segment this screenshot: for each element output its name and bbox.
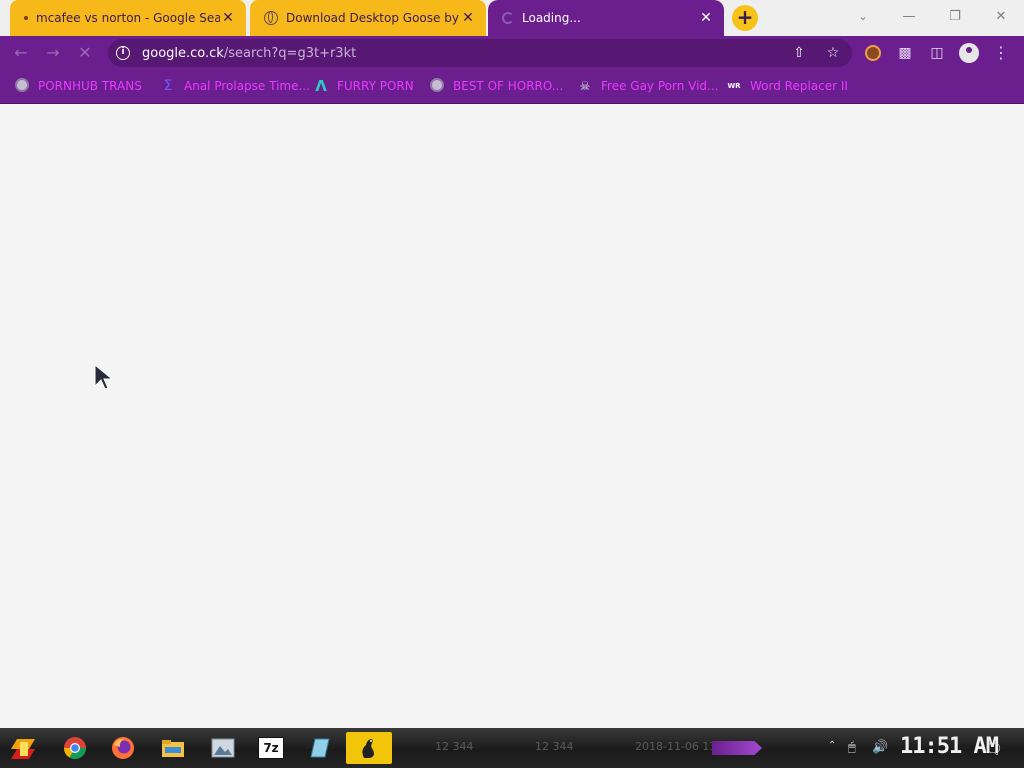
bookmark-item[interactable]: Σ Anal Prolapse Time... — [160, 77, 310, 95]
url-text[interactable]: google.co.ck/search?q=g3t+r3kt — [142, 46, 356, 61]
address-bar[interactable]: i google.co.ck/search?q=g3t+r3kt ⇧ ☆ — [108, 39, 852, 67]
notepad-icon[interactable] — [302, 732, 336, 764]
firefox-icon[interactable] — [106, 732, 140, 764]
bookmark-label: PORNHUB TRANS — [38, 79, 142, 93]
notifications-icon[interactable]: 🗨 — [984, 740, 1003, 758]
taskbar-accent-arrow — [712, 741, 762, 755]
tab-loading[interactable]: Loading... ✕ — [488, 0, 724, 36]
tab-favicon — [24, 16, 28, 20]
bookmark-label: FURRY PORN — [337, 79, 414, 93]
side-panel-icon[interactable]: ◫ — [926, 42, 948, 64]
bookmark-label: Anal Prolapse Time... — [184, 79, 310, 93]
menu-kebab-icon[interactable]: ⋮ — [990, 42, 1012, 64]
background-text: 12 344 — [435, 740, 474, 753]
bookmark-item[interactable]: WR Word Replacer II — [726, 77, 848, 95]
tab-close-icon[interactable]: ✕ — [460, 10, 476, 26]
loading-spinner-icon — [502, 12, 514, 24]
taskbar — [0, 728, 1024, 768]
tab-search-chevron-icon[interactable]: ⌄ — [848, 6, 878, 28]
volume-icon[interactable]: 🔊 — [872, 740, 888, 755]
tab-mcafee-vs-norton[interactable]: mcafee vs norton - Google Sear ✕ — [10, 0, 246, 36]
bookmark-label: Free Gay Porn Vid... — [601, 79, 719, 93]
bookmark-item[interactable]: ☠ Free Gay Porn Vid... — [577, 77, 719, 95]
close-window-button[interactable]: ✕ — [986, 6, 1016, 28]
chrome-icon[interactable] — [58, 732, 92, 764]
extensions-puzzle-icon[interactable]: ▩ — [894, 42, 916, 64]
goose-icon[interactable] — [346, 732, 392, 764]
page-content — [0, 104, 1024, 728]
forward-button[interactable]: → — [42, 42, 64, 64]
bookmark-item[interactable]: PORNHUB TRANS — [14, 77, 142, 95]
background-text: 12 344 — [535, 740, 574, 753]
network-icon[interactable]: 🖱 — [848, 740, 856, 755]
tab-title: Download Desktop Goose by sa — [286, 11, 460, 25]
bookmark-label: BEST OF HORRO... — [453, 79, 564, 93]
globe-icon — [14, 78, 30, 94]
start-icon[interactable] — [6, 732, 40, 764]
skull-icon: ☠ — [579, 79, 591, 93]
bookmark-label: Word Replacer II — [750, 79, 848, 93]
site-info-icon[interactable]: i — [116, 46, 130, 60]
mouse-cursor-icon — [94, 364, 114, 390]
globe-icon — [429, 78, 445, 94]
restore-button[interactable]: ❐ — [940, 6, 970, 28]
tab-title: mcafee vs norton - Google Sear — [36, 11, 220, 25]
photos-icon[interactable] — [206, 732, 240, 764]
show-hidden-icons-chevron-icon[interactable]: ⌃ — [828, 740, 836, 751]
file-explorer-icon[interactable] — [156, 732, 190, 764]
bracket-icon: Σ — [163, 78, 173, 94]
extension-avatar-icon[interactable] — [862, 42, 884, 64]
globe-icon — [264, 11, 278, 25]
bookmark-star-icon[interactable]: ☆ — [824, 44, 842, 62]
stop-loading-button[interactable]: ✕ — [74, 42, 96, 64]
wr-icon: WR — [727, 82, 741, 90]
bookmark-item[interactable]: Λ FURRY PORN — [313, 77, 414, 95]
bookmarks-bar: PORNHUB TRANS Σ Anal Prolapse Time... Λ … — [0, 70, 1024, 104]
tab-close-icon[interactable]: ✕ — [220, 10, 236, 26]
tab-title: Loading... — [522, 11, 581, 25]
browser-toolbar: ← → ✕ i google.co.ck/search?q=g3t+r3kt ⇧… — [0, 36, 1024, 70]
lambda-icon: Λ — [315, 77, 327, 95]
profile-icon[interactable] — [958, 42, 980, 64]
url-host: google.co.ck — [142, 45, 224, 61]
tab-close-icon[interactable]: ✕ — [698, 10, 714, 26]
new-tab-button[interactable]: + — [732, 5, 758, 31]
back-button[interactable]: ← — [10, 42, 32, 64]
minimize-button[interactable]: — — [894, 6, 924, 28]
7zip-icon[interactable]: 7z — [254, 732, 288, 764]
tab-strip: mcafee vs norton - Google Sear ✕ Downloa… — [0, 0, 1024, 36]
share-icon[interactable]: ⇧ — [790, 44, 808, 62]
tab-desktop-goose[interactable]: Download Desktop Goose by sa ✕ — [250, 0, 486, 36]
bookmark-item[interactable]: BEST OF HORRO... — [429, 77, 563, 95]
url-path: /search?q=g3t+r3kt — [223, 45, 357, 61]
